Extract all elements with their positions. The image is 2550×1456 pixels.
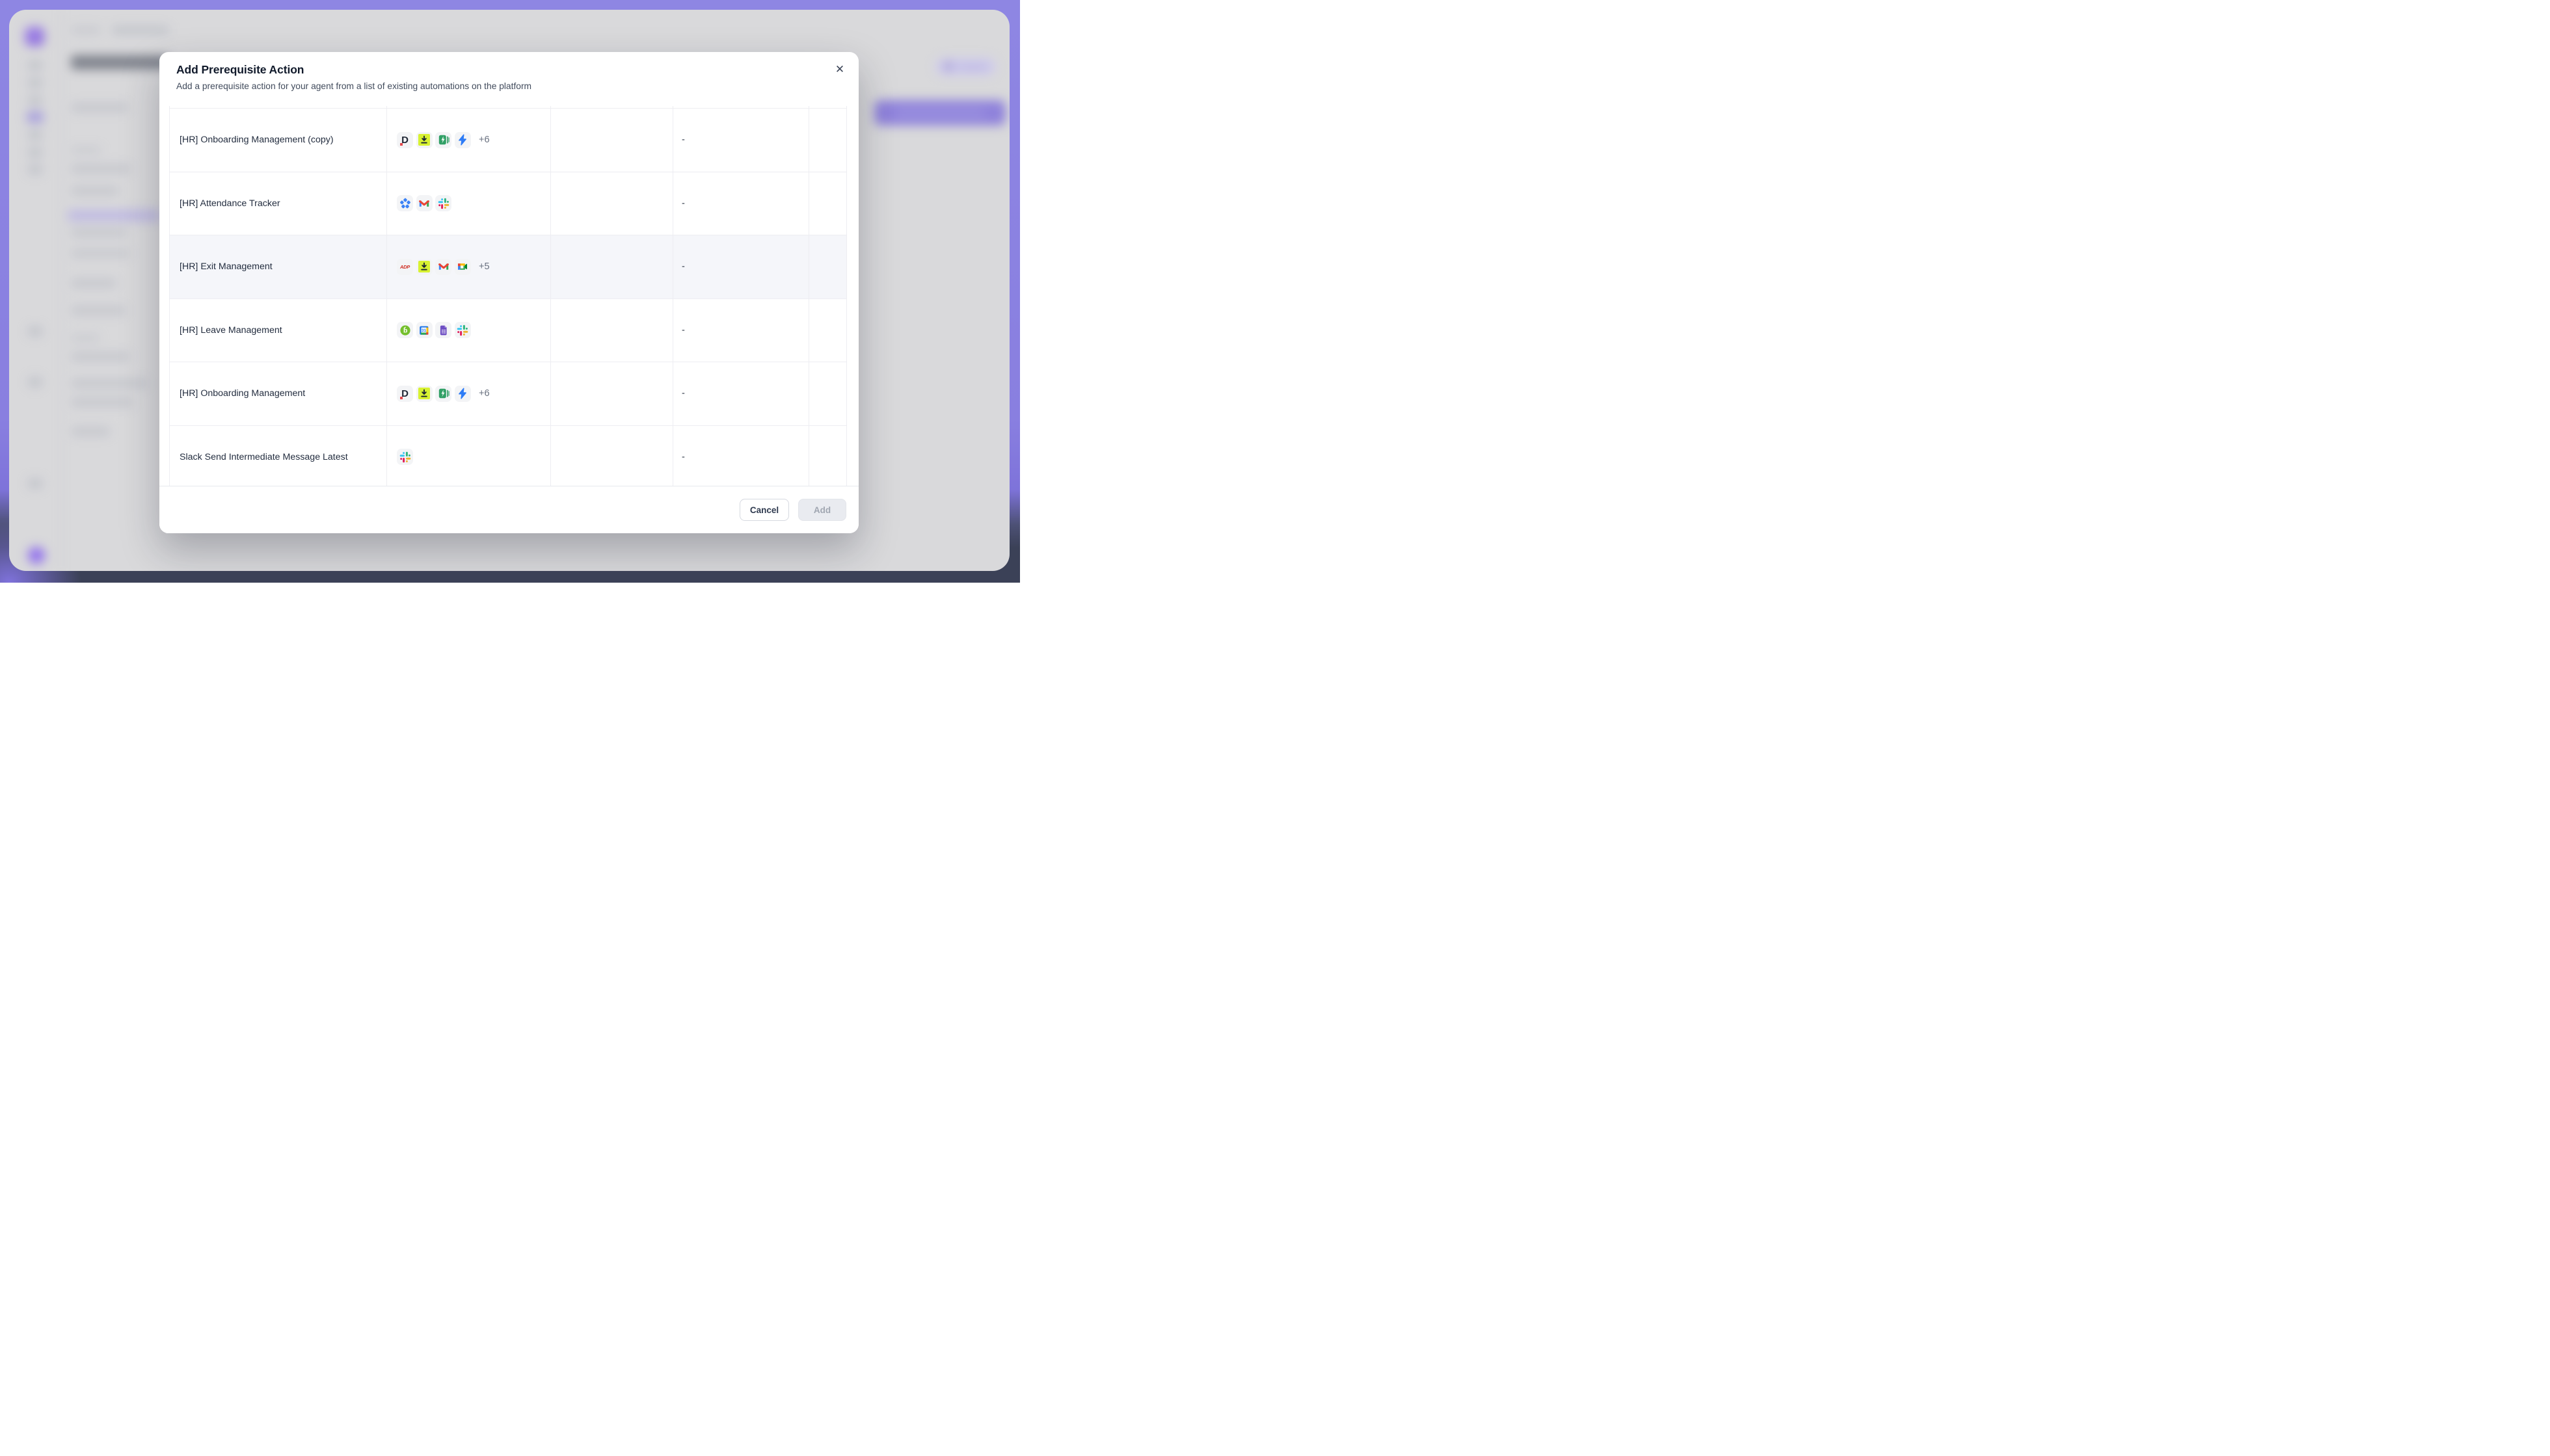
add-button[interactable]: Add — [798, 499, 846, 521]
svg-text:31: 31 — [422, 328, 427, 333]
empty-cell — [551, 172, 673, 235]
download-icon — [416, 259, 433, 275]
empty-cell — [809, 426, 847, 486]
journal-bolt-icon — [435, 132, 451, 148]
slack-icon — [455, 322, 471, 338]
empty-cell — [809, 235, 847, 298]
add-prerequisite-modal: Add Prerequisite Action Add a prerequisi… — [159, 52, 859, 533]
more-integrations-count: +5 — [479, 261, 490, 272]
automation-name: [HR] Onboarding Management (copy) — [170, 109, 387, 172]
modal-footer: Cancel Add — [159, 486, 859, 533]
empty-cell — [551, 109, 673, 172]
table-row[interactable]: [HR] Attendance Tracker - — [170, 172, 847, 236]
modal-subtitle: Add a prerequisite action for your agent… — [176, 81, 842, 91]
integration-icons: ADP +5 — [387, 235, 551, 298]
value-cell: - — [673, 109, 809, 172]
bolt-icon — [455, 386, 471, 402]
journal-bolt-icon — [435, 386, 451, 402]
integration-icons: D +6 — [387, 109, 551, 172]
gcal-icon: 31 — [416, 322, 433, 338]
table-row[interactable]: [HR] Exit Management ADP +5 - — [170, 235, 847, 299]
automation-name: [HR] Onboarding Management — [170, 362, 387, 425]
gmail-icon — [416, 195, 433, 211]
automation-name: [HR] Attendance Tracker — [170, 172, 387, 235]
download-icon — [416, 132, 433, 148]
slack-icon — [435, 195, 451, 211]
gforms-icon — [435, 322, 451, 338]
bamboohr-icon: b — [397, 322, 413, 338]
value-cell: - — [673, 299, 809, 362]
value-cell: - — [673, 235, 809, 298]
svg-text:b: b — [403, 326, 407, 334]
empty-cell — [809, 172, 847, 235]
adp-icon: ADP — [397, 259, 413, 275]
automation-name: [HR] Leave Management — [170, 299, 387, 362]
close-icon[interactable]: ✕ — [830, 60, 850, 79]
table-row[interactable]: [HR] Onboarding Management (copy) D +6 - — [170, 109, 847, 172]
slack-icon — [397, 449, 413, 465]
cancel-button[interactable]: Cancel — [740, 499, 789, 521]
table-row[interactable]: Slack Send Intermediate Message Latest - — [170, 426, 847, 486]
automations-table: [HR] Onboarding Management (copy)D+6-[HR… — [169, 106, 847, 486]
table-row[interactable]: [HR] Leave Management b 31 - — [170, 299, 847, 363]
modal-header: Add Prerequisite Action Add a prerequisi… — [159, 52, 859, 91]
empty-cell — [551, 362, 673, 425]
desktop-background: Add Prerequisite Action Add a prerequisi… — [0, 0, 1020, 583]
empty-cell — [809, 109, 847, 172]
automation-name: [HR] Exit Management — [170, 235, 387, 298]
integration-icons — [387, 426, 551, 486]
d-letter-icon: D — [397, 132, 413, 148]
bolt-icon — [455, 132, 471, 148]
more-integrations-count: +6 — [479, 388, 490, 399]
download-icon — [416, 386, 433, 402]
empty-cell — [551, 299, 673, 362]
gmail-icon — [435, 259, 451, 275]
automation-name: Slack Send Intermediate Message Latest — [170, 426, 387, 486]
empty-cell — [809, 299, 847, 362]
more-integrations-count: +6 — [479, 135, 490, 145]
empty-cell — [551, 235, 673, 298]
value-cell: - — [673, 362, 809, 425]
modal-title: Add Prerequisite Action — [176, 63, 842, 77]
integration-icons: b 31 — [387, 299, 551, 362]
integration-icons — [387, 172, 551, 235]
app-window: Add Prerequisite Action Add a prerequisi… — [9, 10, 1010, 571]
integration-icons: D +6 — [387, 362, 551, 425]
empty-cell — [809, 362, 847, 425]
d-letter-icon: D — [397, 386, 413, 402]
pentagon-icon — [397, 195, 413, 211]
empty-cell — [551, 426, 673, 486]
meet-icon — [455, 259, 471, 275]
value-cell: - — [673, 172, 809, 235]
table-row[interactable]: [HR] Onboarding Management D +6 - — [170, 362, 847, 426]
table-body: [HR] Onboarding Management (copy)D+6-[HR… — [170, 109, 847, 486]
value-cell: - — [673, 426, 809, 486]
